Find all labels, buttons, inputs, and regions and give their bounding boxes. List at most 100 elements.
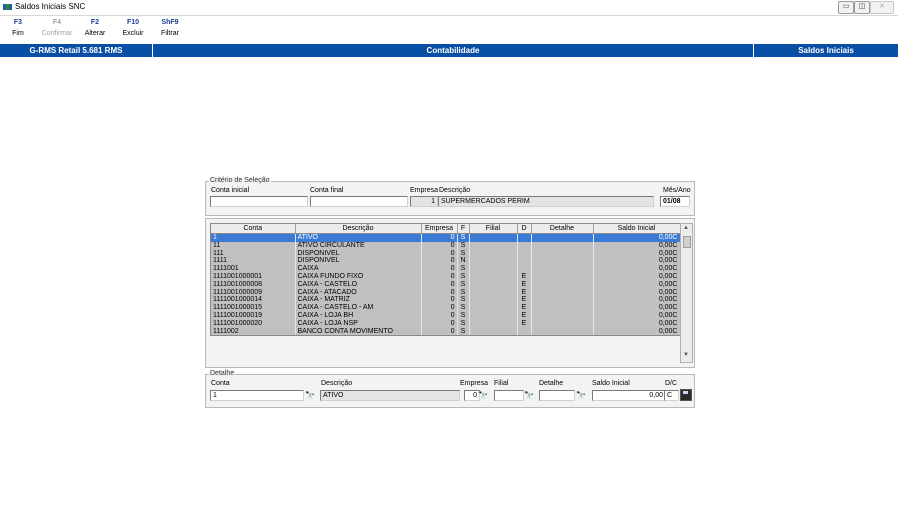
criteria-group-label: Critério de Seleção xyxy=(209,177,271,184)
fim-label: Fim xyxy=(12,30,24,37)
table-row[interactable]: 1111001000014 CAIXA - MATRIZ 0 S E 0,00C xyxy=(211,296,681,305)
module-header-bar: G-RMS Retail 5.681 RMS Contabilidade Sal… xyxy=(0,44,898,57)
cell-filial xyxy=(469,311,518,320)
table-row[interactable]: 1111001000008 CAIXA - CASTELO 0 S E 0,00C xyxy=(211,280,681,289)
table-row[interactable]: 11 ATIVO CIRCULANTE 0 S 0,00C xyxy=(211,241,681,250)
cell-d: E xyxy=(517,288,532,297)
confirmar-label: Confirmar xyxy=(41,30,73,37)
table-row[interactable]: 1111 DISPONIVEL 0 N 0,00C xyxy=(211,257,681,266)
filtrar-button[interactable]: ShF9 Filtrar xyxy=(153,19,187,37)
table-row[interactable]: 1111001000001 CAIXA FUNDO FIXO 0 S E 0,00C xyxy=(211,272,681,281)
detail-dc-input[interactable]: C xyxy=(664,390,679,401)
table-row[interactable]: 1 ATIVO 0 S 0,00C xyxy=(211,233,681,242)
col-header-conta[interactable]: Conta xyxy=(211,224,296,234)
cell-saldo: 0,00C xyxy=(593,296,681,305)
cell-detalhe xyxy=(531,257,594,266)
detail-descricao-field: ATIVO xyxy=(320,390,460,401)
cell-saldo: 0,00C xyxy=(593,265,681,273)
cell-descricao: CAIXA FUNDO FIXO xyxy=(295,272,422,281)
conta-inicial-input[interactable] xyxy=(210,196,308,207)
cell-descricao: ATIVO xyxy=(295,233,422,242)
confirmar-button[interactable]: F4 Confirmar xyxy=(40,19,74,37)
empresa-input[interactable]: 1 xyxy=(410,196,438,207)
cell-conta: 1111002 xyxy=(211,327,296,336)
detail-saldo-input[interactable]: 0,00 xyxy=(592,390,666,401)
table-row[interactable]: 1111001000015 CAIXA - CASTELO - AM 0 S E 0,00… xyxy=(211,304,681,312)
cell-filial xyxy=(469,265,518,273)
cell-f: S xyxy=(457,265,470,273)
cell-empresa: 0 xyxy=(421,296,458,305)
table-row[interactable]: 1111002 BANCO CONTA MOVIMENTO 0 S 0,00C xyxy=(211,327,681,336)
cell-saldo: 0,00C xyxy=(593,233,681,242)
conta-lookup-binoculars-icon[interactable]: 🔭 xyxy=(305,391,315,400)
cell-f: S xyxy=(457,296,470,305)
alterar-button[interactable]: F2 Alterar xyxy=(78,19,112,37)
conta-final-input[interactable] xyxy=(310,196,408,207)
table-row[interactable]: 1111001000009 CAIXA - ATACADO 0 S E 0,00C xyxy=(211,288,681,297)
col-header-filial[interactable]: Filial xyxy=(469,224,518,234)
cell-conta: 1111001000001 xyxy=(211,272,296,281)
cell-d: E xyxy=(517,296,532,305)
close-button[interactable]: ✕ xyxy=(870,1,894,14)
detail-filial-label: Filial xyxy=(494,380,509,387)
cell-detalhe xyxy=(531,288,594,297)
empresa-lookup-binoculars-icon[interactable]: 🔭 xyxy=(478,391,488,400)
scroll-thumb[interactable] xyxy=(683,236,691,248)
cell-f: S xyxy=(457,288,470,297)
save-floppy-icon[interactable] xyxy=(680,389,692,401)
screen-name: Saldos Iniciais xyxy=(798,46,854,55)
cell-descricao: DISPONIVEL xyxy=(295,257,422,266)
col-header-empresa[interactable]: Empresa xyxy=(421,224,458,234)
col-header-saldo-inicial[interactable]: Saldo Inicial xyxy=(593,224,681,234)
cell-d xyxy=(517,249,532,258)
cell-f: N xyxy=(457,257,470,266)
cell-filial xyxy=(469,272,518,281)
col-header-descricao[interactable]: Descrição xyxy=(295,224,422,234)
cell-detalhe xyxy=(531,319,594,328)
cell-empresa: 0 xyxy=(421,280,458,289)
table-row[interactable]: 1111001000020 CAIXA - LOJA NSP 0 S E 0,00C xyxy=(211,319,681,328)
detalhe-lookup-binoculars-icon[interactable]: 🔭 xyxy=(576,391,586,400)
cell-f: S xyxy=(457,249,470,258)
detail-conta-input[interactable]: 1 xyxy=(210,390,304,401)
grid-scrollbar[interactable]: ▲ ▼ xyxy=(680,223,693,363)
cell-detalhe xyxy=(531,241,594,250)
restore-button[interactable]: ◫ xyxy=(854,1,870,14)
cell-descricao: DISPONIVEL xyxy=(295,249,422,258)
scroll-down-icon[interactable]: ▼ xyxy=(683,352,689,358)
col-header-detalhe[interactable]: Detalhe xyxy=(531,224,594,234)
cell-saldo: 0,00C xyxy=(593,319,681,328)
col-header-f[interactable]: F xyxy=(457,224,470,234)
excluir-key: F10 xyxy=(126,19,140,26)
cell-saldo: 0,00C xyxy=(593,311,681,320)
cell-conta: 1111001000020 xyxy=(211,319,296,328)
accounts-grid[interactable]: Conta Descrição Empresa F Filial D Detal… xyxy=(210,223,681,337)
cell-filial xyxy=(469,249,518,258)
cell-filial xyxy=(469,319,518,328)
table-row[interactable]: 111 DISPONIVEL 0 S 0,00C xyxy=(211,249,681,258)
cell-detalhe xyxy=(531,249,594,258)
detail-filial-input[interactable] xyxy=(494,390,524,401)
cell-descricao: ATIVO CIRCULANTE xyxy=(295,241,422,250)
cell-filial xyxy=(469,304,518,312)
mes-ano-input[interactable]: 01/08 xyxy=(660,196,690,207)
scroll-up-icon[interactable]: ▲ xyxy=(683,225,689,231)
col-header-d[interactable]: D xyxy=(517,224,532,234)
detail-detalhe-input[interactable] xyxy=(539,390,575,401)
cell-empresa: 0 xyxy=(421,265,458,273)
cell-empresa: 0 xyxy=(421,319,458,328)
cell-descricao: CAIXA - ATACADO xyxy=(295,288,422,297)
cell-f: S xyxy=(457,241,470,250)
excluir-button[interactable]: F10 Excluir xyxy=(116,19,150,37)
cell-saldo: 0,00C xyxy=(593,280,681,289)
filial-lookup-binoculars-icon[interactable]: 🔭 xyxy=(524,391,534,400)
confirmar-key: F4 xyxy=(52,19,62,26)
fim-button[interactable]: F3 Fim xyxy=(1,19,35,37)
minimize-button[interactable]: ▭ xyxy=(838,1,854,14)
module-name: Contabilidade xyxy=(426,46,480,55)
filtrar-key: ShF9 xyxy=(161,19,179,26)
table-row[interactable]: 1111001000019 CAIXA - LOJA BH 0 S E 0,00C xyxy=(211,311,681,320)
table-row[interactable]: 1111001 CAIXA 0 S 0,00C xyxy=(211,265,681,273)
cell-f: S xyxy=(457,319,470,328)
conta-inicial-label: Conta inicial xyxy=(211,187,250,194)
